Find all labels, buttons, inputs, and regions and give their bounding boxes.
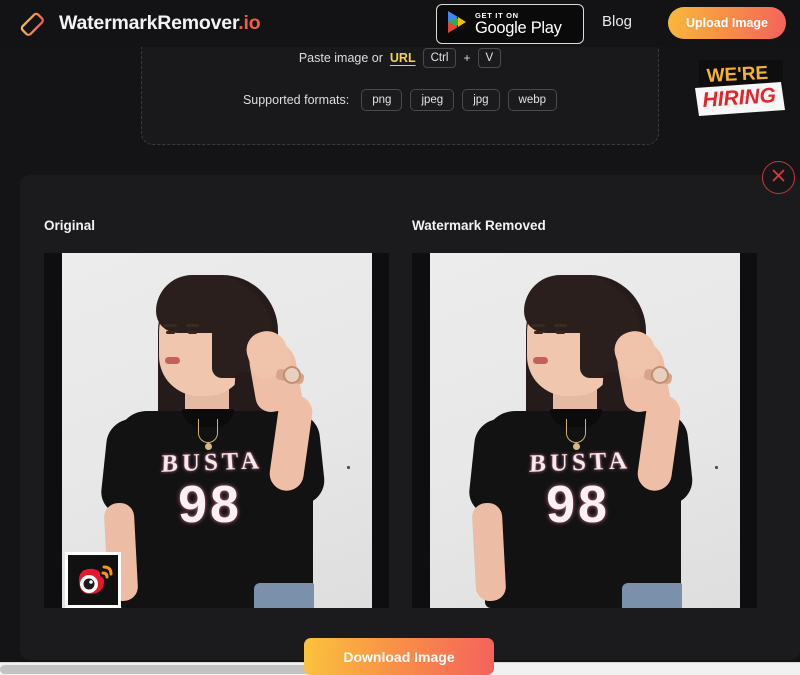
we-are-hiring-badge[interactable]: WE'RE HIRING: [691, 58, 786, 130]
eraser-icon: [15, 7, 49, 41]
download-image-button[interactable]: Download Image: [304, 638, 494, 675]
tee-text-original: BUSTA: [141, 447, 284, 480]
brand-tld: .io: [238, 12, 260, 34]
key-ctrl: Ctrl: [423, 48, 457, 68]
google-play-badge[interactable]: GET IT ON Google Play: [436, 4, 584, 44]
google-play-triangle-icon: [446, 10, 468, 39]
key-plus-separator: +: [463, 51, 470, 65]
tee-number-result: 98: [508, 479, 648, 531]
format-pill-png: png: [361, 89, 402, 111]
app-root: Paste image or URL Ctrl + V Supported fo…: [0, 0, 800, 675]
close-result-button[interactable]: [762, 161, 795, 194]
upload-image-button[interactable]: Upload Image: [668, 7, 786, 39]
scrollbar-thumb[interactable]: [0, 665, 330, 674]
google-play-big-label: Google Play: [475, 20, 562, 37]
weibo-logo-watermark: [65, 552, 121, 608]
close-x-icon: [771, 168, 786, 188]
paste-url-link[interactable]: URL: [390, 51, 416, 65]
original-photo: BUSTA 98: [62, 253, 372, 608]
brand-logo[interactable]: WatermarkRemover.io: [15, 7, 260, 41]
original-image-container[interactable]: BUSTA 98: [44, 253, 389, 608]
supported-formats-row: Supported formats: png jpeg jpg webp: [141, 89, 659, 111]
google-play-small-label: GET IT ON: [475, 12, 562, 20]
result-image-container[interactable]: BUSTA 98: [412, 253, 757, 608]
paste-instruction-row: Paste image or URL Ctrl + V: [141, 48, 659, 68]
site-header: WatermarkRemover.io GET IT ON Google Pla…: [0, 0, 800, 47]
nav-link-blog[interactable]: Blog: [602, 13, 632, 30]
google-play-text: GET IT ON Google Play: [475, 12, 562, 37]
tee-number-original: 98: [140, 479, 280, 531]
tee-text-result: BUSTA: [509, 447, 652, 480]
format-pill-webp: webp: [508, 89, 558, 111]
brand-name: WatermarkRemover.io: [59, 12, 260, 35]
result-photo: BUSTA 98: [430, 253, 740, 608]
hiring-line1-text: WE'RE: [706, 63, 769, 87]
key-v: V: [478, 48, 502, 68]
format-pill-jpg: jpg: [462, 89, 499, 111]
watermark-removed-label: Watermark Removed: [412, 218, 546, 233]
original-label: Original: [44, 218, 95, 233]
comparison-panel: Original Watermark Removed: [20, 175, 800, 660]
supported-formats-label: Supported formats:: [243, 93, 349, 107]
format-pill-jpeg: jpeg: [410, 89, 454, 111]
paste-prefix-label: Paste image or: [299, 51, 383, 65]
